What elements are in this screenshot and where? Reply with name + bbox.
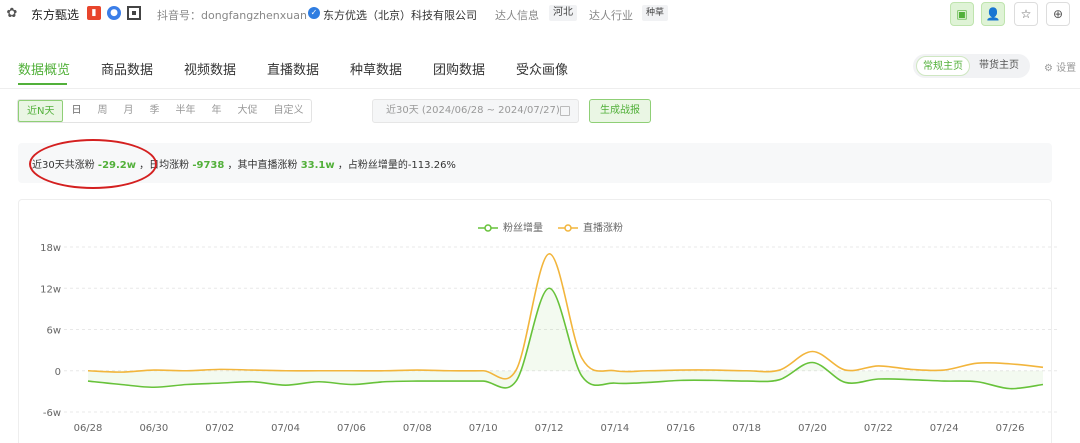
- x-tick-label: 07/04: [271, 423, 300, 434]
- x-tick-label: 07/18: [732, 423, 761, 434]
- x-tick-label: 07/10: [469, 423, 498, 434]
- y-tick-label: 18w: [40, 243, 61, 254]
- legend-label-1: 直播涨粉: [583, 221, 623, 234]
- legend-marker-1: [564, 224, 572, 232]
- x-tick-label: 07/08: [403, 423, 432, 434]
- y-tick-label: -6w: [43, 408, 61, 419]
- x-tick-label: 07/22: [864, 423, 893, 434]
- legend-label-0: 粉丝增量: [503, 221, 543, 234]
- x-tick-label: 07/06: [337, 423, 366, 434]
- x-tick-label: 07/16: [666, 423, 695, 434]
- x-tick-label: 07/14: [600, 423, 629, 434]
- x-tick-label: 07/02: [205, 423, 234, 434]
- y-tick-label: 0: [55, 367, 61, 378]
- y-tick-label: 6w: [46, 326, 61, 337]
- y-tick-label: 12w: [40, 284, 61, 295]
- x-tick-label: 07/26: [996, 423, 1025, 434]
- series-area-0: [88, 288, 1043, 389]
- legend-marker-0: [484, 224, 492, 232]
- x-tick-label: 06/28: [74, 423, 103, 434]
- x-tick-label: 06/30: [139, 423, 168, 434]
- fans-trend-chart: -6w 0 6w 12w 18w 06/28 06/30 07/02 07/04 07/06 07/…: [40, 221, 1058, 434]
- x-tick-label: 07/24: [930, 423, 959, 434]
- x-tick-label: 07/12: [535, 423, 564, 434]
- x-tick-label: 07/20: [798, 423, 827, 434]
